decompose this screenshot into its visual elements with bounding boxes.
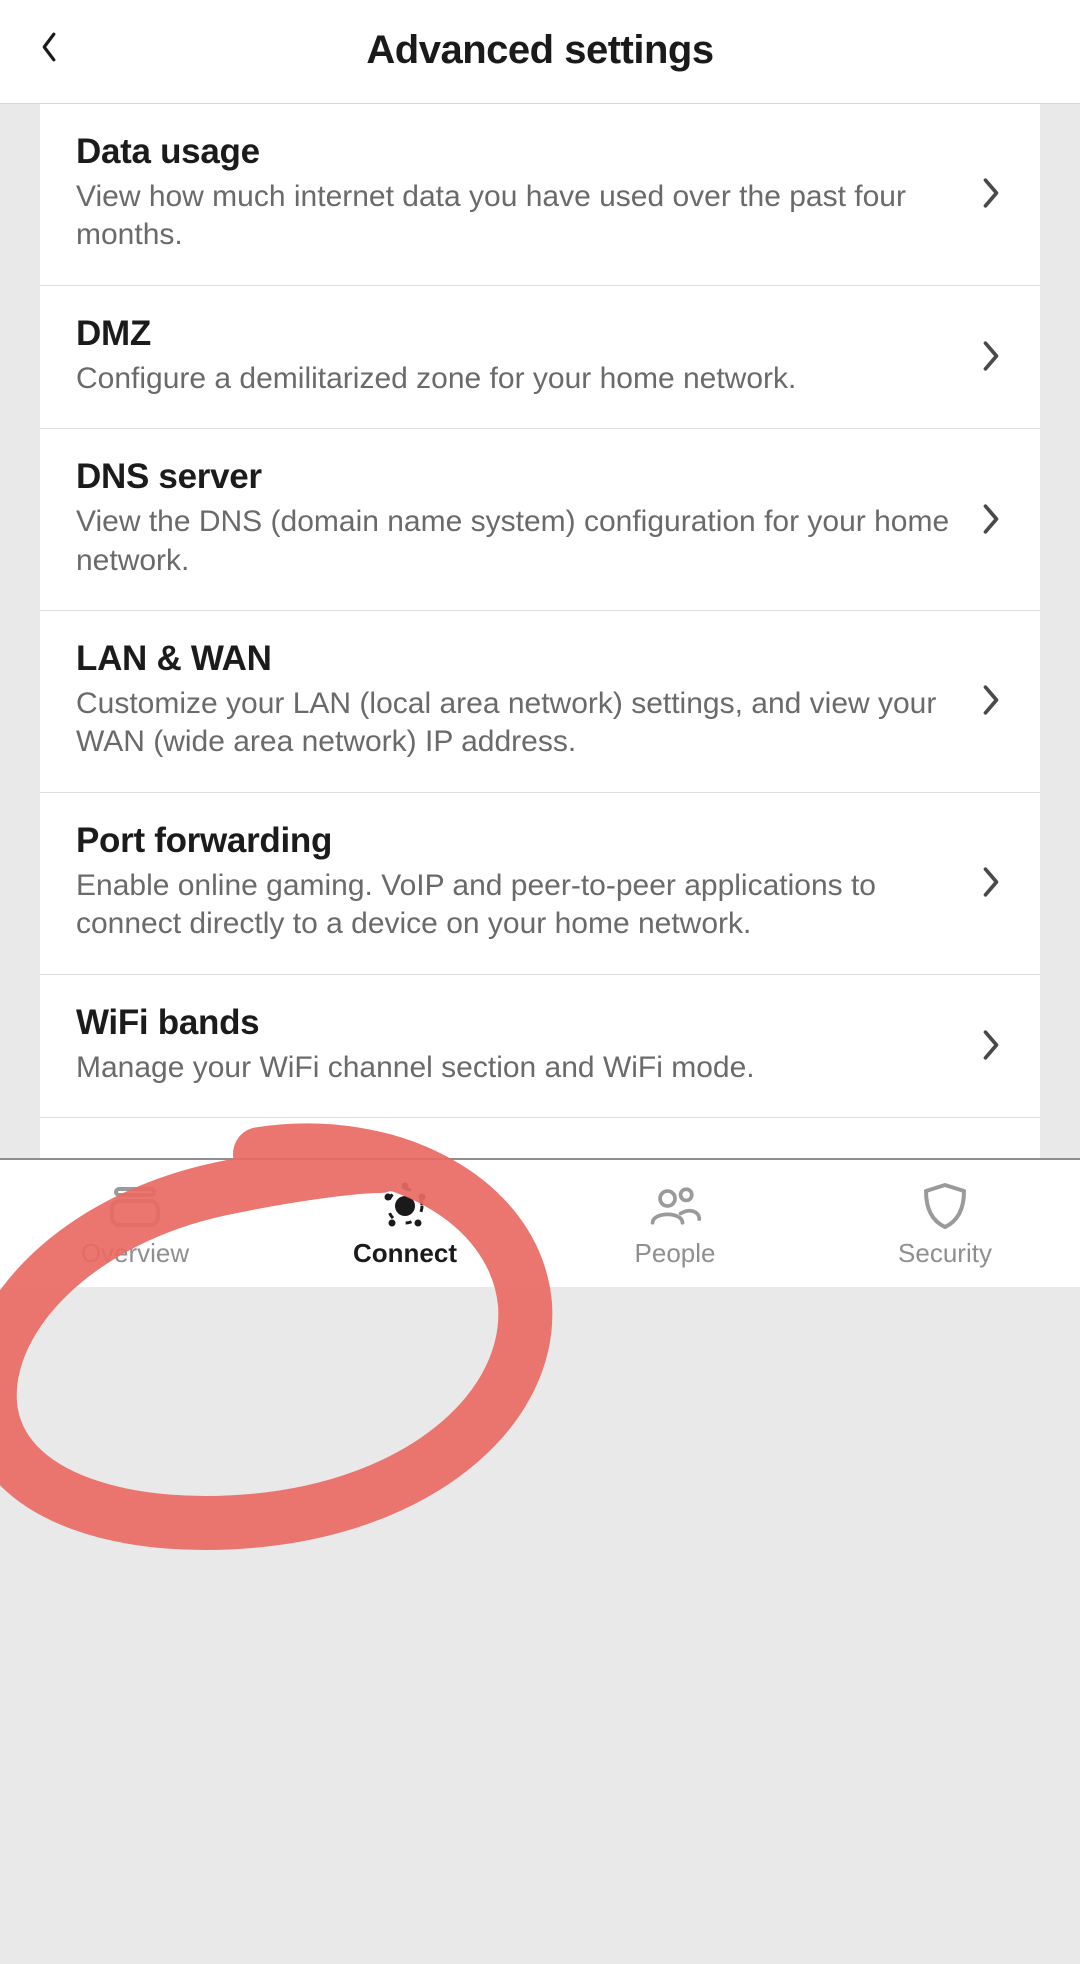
settings-list: Data usage View how much internet data y…: [40, 104, 1040, 1158]
row-desc: Enable online gaming. VoIP and peer-to-p…: [76, 867, 958, 944]
nav-label: Security: [898, 1238, 992, 1269]
list-item[interactable]: [40, 1118, 1040, 1158]
shield-icon: [917, 1182, 973, 1230]
connect-icon: [377, 1182, 433, 1230]
nav-connect[interactable]: Connect: [270, 1160, 540, 1287]
row-title: LAN & WAN: [76, 639, 958, 679]
wifi-bands-row[interactable]: WiFi bands Manage your WiFi channel sect…: [40, 975, 1040, 1118]
port-forwarding-row[interactable]: Port forwarding Enable online gaming. Vo…: [40, 793, 1040, 975]
bottom-nav: Overview Connect: [0, 1158, 1080, 1287]
chevron-right-icon: [978, 173, 1004, 213]
row-title: DNS server: [76, 457, 958, 497]
row-desc: View how much internet data you have use…: [76, 178, 958, 255]
chevron-right-icon: [978, 680, 1004, 720]
row-title: Port forwarding: [76, 821, 958, 861]
lan-wan-row[interactable]: LAN & WAN Customize your LAN (local area…: [40, 611, 1040, 793]
chevron-right-icon: [978, 862, 1004, 902]
data-usage-row[interactable]: Data usage View how much internet data y…: [40, 104, 1040, 286]
app-header: Advanced settings: [0, 0, 1080, 104]
row-desc: Manage your WiFi channel section and WiF…: [76, 1049, 958, 1087]
chevron-left-icon: [39, 31, 59, 63]
row-desc: Configure a demilitarized zone for your …: [76, 360, 958, 398]
chevron-right-icon: [978, 499, 1004, 539]
scroll-gutter: [1067, 104, 1080, 1158]
nav-overview[interactable]: Overview: [0, 1160, 270, 1287]
row-title: WiFi bands: [76, 1003, 958, 1043]
dmz-row[interactable]: DMZ Configure a demilitarized zone for y…: [40, 286, 1040, 429]
people-icon: [647, 1182, 703, 1230]
nav-label: People: [635, 1238, 716, 1269]
back-button[interactable]: [34, 32, 64, 62]
nav-label: Connect: [353, 1238, 457, 1269]
chevron-right-icon: [978, 1025, 1004, 1065]
row-title: DMZ: [76, 314, 958, 354]
page-title: Advanced settings: [366, 28, 713, 73]
row-desc: Customize your LAN (local area network) …: [76, 685, 958, 762]
nav-people[interactable]: People: [540, 1160, 810, 1287]
nav-security[interactable]: Security: [810, 1160, 1080, 1287]
chevron-right-icon: [978, 336, 1004, 376]
dns-server-row[interactable]: DNS server View the DNS (domain name sys…: [40, 429, 1040, 611]
overview-icon: [107, 1182, 163, 1230]
row-title: Data usage: [76, 132, 958, 172]
row-desc: View the DNS (domain name system) config…: [76, 503, 958, 580]
nav-label: Overview: [81, 1238, 189, 1269]
